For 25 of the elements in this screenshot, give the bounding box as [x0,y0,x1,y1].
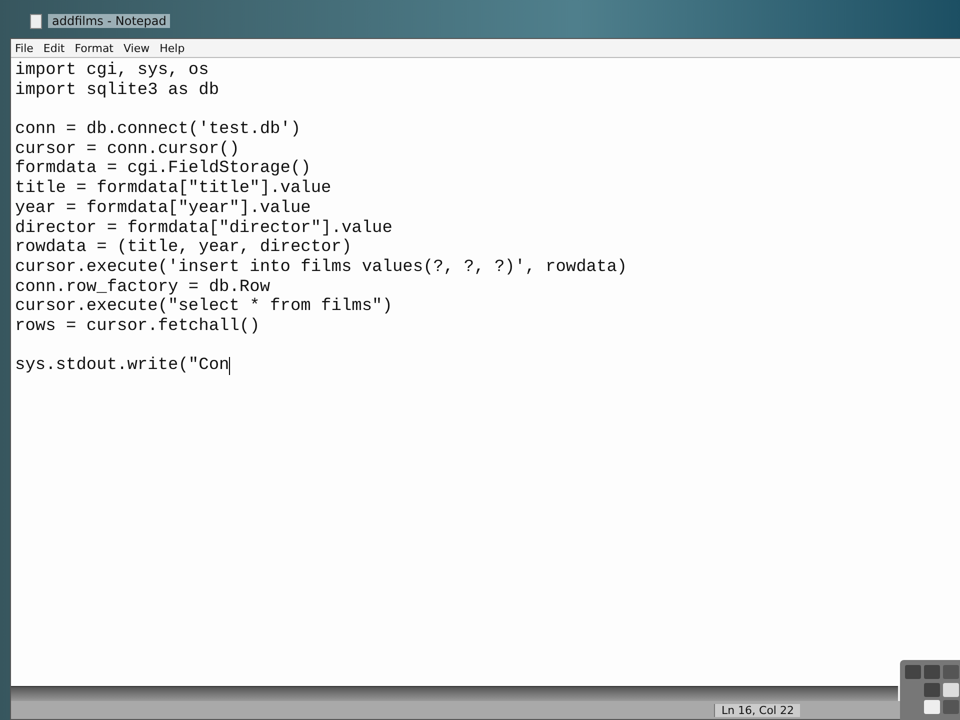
code-line: sys.stdout.write("Con [15,356,232,376]
code-line: cursor = conn.cursor() [15,140,240,160]
code-line: rows = cursor.fetchall() [15,316,261,337]
document-icon [30,14,42,28]
code-line: import sqlite3 as db [15,80,220,100]
code-line: conn.row_factory = db.Row [15,278,272,298]
text-caret [229,357,230,376]
menu-item[interactable]: Format [74,42,114,54]
menu-item[interactable]: Edit [43,42,65,54]
code-line: title = formdata["title"].value [15,179,332,199]
code-line: director = formdata["director"].value [15,218,394,238]
menu-item[interactable]: View [124,42,150,54]
code-line: import cgi, sys, os [15,61,210,81]
menu-item[interactable]: File [15,42,34,54]
horizontal-scrollbar[interactable] [11,686,898,701]
code-line: cursor.execute('insert into films values(?, ?, ?)', rowdata) [15,258,628,278]
window-title: addfilms - Notepad [48,14,170,28]
code-line: formdata = cgi.FieldStorage() [15,159,312,180]
menu-item[interactable]: Help [160,42,185,54]
text-editor[interactable] [11,58,960,686]
code-line: rowdata = (title, year, director) [15,238,353,258]
code-line: year = formdata["year"].value [15,198,312,218]
code-line: conn = db.connect('test.db') [15,120,302,140]
code-line: cursor.execute("select * from films") [15,297,394,317]
cursor-position: Ln 16, Col 22 [714,704,800,716]
